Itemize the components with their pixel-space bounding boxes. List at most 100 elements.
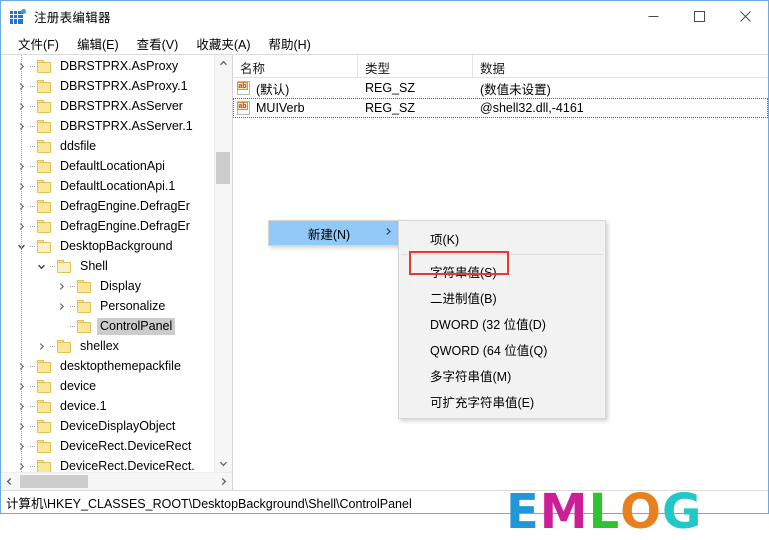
context-menu-item[interactable]: 多字符串值(M): [399, 362, 605, 388]
value-data-cell: @shell32.dll,-4161: [480, 101, 584, 115]
tree-item-controlpanel[interactable]: ControlPanel: [1, 316, 214, 336]
folder-icon: [37, 99, 52, 113]
tree-item-dbrstprx-asserver[interactable]: DBRSTPRX.AsServer: [1, 96, 214, 116]
folder-icon: [37, 79, 52, 93]
tree-item-devicedisplayobject[interactable]: DeviceDisplayObject: [1, 416, 214, 436]
tree-guide-dots: [49, 256, 57, 276]
tree-item-ddsfile[interactable]: ddsfile: [1, 136, 214, 156]
tree-guide-dots: [29, 456, 37, 472]
tree-item-dbrstprx-asproxy[interactable]: DBRSTPRX.AsProxy: [1, 56, 214, 76]
tree-item-shell[interactable]: Shell: [1, 256, 214, 276]
tree-hscroll-thumb[interactable]: [20, 475, 88, 488]
tree-item-device-1[interactable]: device.1: [1, 396, 214, 416]
folder-icon: [57, 339, 72, 353]
tree-guide-dots: [29, 116, 37, 136]
folder-icon: [37, 459, 52, 472]
tree-item-label: DeviceRect.DeviceRect.: [60, 458, 195, 473]
menu-bar: 文件(F) 编辑(E) 查看(V) 收藏夹(A) 帮助(H): [1, 32, 768, 54]
tree-item-shellex[interactable]: shellex: [1, 336, 214, 356]
tree-horizontal-scrollbar[interactable]: [1, 472, 232, 490]
registry-tree-panel: DBRSTPRX.AsProxy DBRSTPRX.AsProxy.1 DBRSTP…: [1, 55, 233, 490]
tree-item-personalize[interactable]: Personalize: [1, 296, 214, 316]
tree-vertical-scrollbar[interactable]: [214, 55, 232, 472]
tree-guide-dots: [29, 356, 37, 376]
tree-guide-dots: [29, 76, 37, 96]
context-menu-item[interactable]: 项(K): [399, 225, 605, 251]
title-bar: 注册表编辑器: [1, 1, 768, 32]
tree-scroll-track[interactable]: [215, 72, 232, 455]
tree-item-desktopthemepackfile[interactable]: desktopthemepackfile: [1, 356, 214, 376]
chevron-right-icon[interactable]: [53, 296, 69, 316]
context-menu-item-new-label: 新建(N): [307, 227, 351, 242]
value-row[interactable]: ab MUIVerb REG_SZ @shell32.dll,-4161: [233, 98, 768, 118]
context-menu-item[interactable]: 二进制值(B): [399, 284, 605, 310]
tree-scroll-thumb[interactable]: [216, 152, 230, 184]
menu-help[interactable]: 帮助(H): [259, 32, 319, 55]
chevron-right-icon[interactable]: [215, 473, 232, 490]
tree-item-defragengine-defrager[interactable]: DefragEngine.DefragEr: [1, 216, 214, 236]
tree-item-label: Personalize: [100, 298, 166, 313]
context-menu-item[interactable]: QWORD (64 位值(Q): [399, 336, 605, 362]
minimize-icon[interactable]: [630, 1, 676, 32]
value-name-text: MUIVerb: [256, 101, 305, 115]
status-bar-path: 计算机\HKEY_CLASSES_ROOT\DesktopBackground\…: [6, 496, 412, 511]
tree-item-label: DBRSTPRX.AsProxy: [60, 58, 179, 73]
context-menu-item[interactable]: 可扩充字符串值(E): [399, 388, 605, 414]
menu-view[interactable]: 查看(V): [128, 32, 188, 55]
tree-guide-dots: [29, 376, 37, 396]
chevron-left-icon[interactable]: [1, 473, 18, 490]
tree-item-label: DBRSTPRX.AsServer.1: [60, 118, 193, 133]
folder-icon: [77, 279, 92, 293]
column-header-data[interactable]: 数据: [473, 55, 768, 77]
menu-edit[interactable]: 编辑(E): [68, 32, 128, 55]
tree-hscroll-track[interactable]: [18, 473, 215, 490]
emlog-letter-o: O: [620, 484, 662, 540]
value-type-cell: REG_SZ: [365, 101, 416, 115]
context-menu-parent[interactable]: 新建(N): [268, 220, 402, 246]
tree-item-device[interactable]: device: [1, 376, 214, 396]
tree-item-label: DBRSTPRX.AsProxy.1: [60, 78, 188, 93]
folder-icon: [77, 319, 92, 333]
tree-item-devicerect-devicerect[interactable]: DeviceRect.DeviceRect.: [1, 456, 214, 472]
close-icon[interactable]: [722, 1, 768, 32]
tree-item-defragengine-defrager[interactable]: DefragEngine.DefragEr: [1, 196, 214, 216]
tree-item-defaultlocationapi[interactable]: DefaultLocationApi: [1, 156, 214, 176]
folder-icon: [37, 119, 52, 133]
maximize-icon[interactable]: [676, 1, 722, 32]
tree-item-defaultlocationapi-1[interactable]: DefaultLocationApi.1: [1, 176, 214, 196]
folder-icon: [37, 219, 52, 233]
chevron-right-icon[interactable]: [33, 336, 49, 356]
tree-item-devicerect-devicerect[interactable]: DeviceRect.DeviceRect: [1, 436, 214, 456]
tree-item-label: DeviceRect.DeviceRect: [60, 438, 192, 453]
context-menu-item[interactable]: DWORD (32 位值(D): [399, 310, 605, 336]
chevron-up-icon[interactable]: [215, 55, 232, 72]
folder-icon: [37, 139, 52, 153]
tree-guide-dots: [69, 276, 77, 296]
menu-file[interactable]: 文件(F): [9, 32, 68, 55]
value-name-cell: ab (默认): [233, 78, 358, 98]
value-row[interactable]: ab (默认) REG_SZ (数值未设置): [233, 78, 768, 98]
chevron-down-icon[interactable]: [33, 256, 49, 276]
tree-item-dbrstprx-asproxy-1[interactable]: DBRSTPRX.AsProxy.1: [1, 76, 214, 96]
value-name-cell: ab MUIVerb: [233, 98, 358, 118]
folder-icon: [37, 379, 52, 393]
column-header-type[interactable]: 类型: [358, 55, 473, 77]
chevron-down-icon[interactable]: [215, 455, 232, 472]
tree-item-desktopbackground[interactable]: DesktopBackground: [1, 236, 214, 256]
tree-guide-dots: [29, 236, 37, 256]
tree-item-dbrstprx-asserver-1[interactable]: DBRSTPRX.AsServer.1: [1, 116, 214, 136]
folder-icon: [37, 59, 52, 73]
tree-item-display[interactable]: Display: [1, 276, 214, 296]
emlog-letter-g: G: [661, 484, 703, 540]
menu-favorites[interactable]: 收藏夹(A): [187, 32, 259, 55]
folder-icon: [37, 179, 52, 193]
tree-guide-dots: [29, 96, 37, 116]
main-content: DBRSTPRX.AsProxy DBRSTPRX.AsProxy.1 DBRSTP…: [1, 54, 768, 536]
column-header-name[interactable]: 名称: [233, 55, 358, 77]
registry-tree[interactable]: DBRSTPRX.AsProxy DBRSTPRX.AsProxy.1 DBRSTP…: [1, 55, 214, 472]
chevron-right-icon[interactable]: [53, 276, 69, 296]
folder-icon: [37, 239, 52, 253]
context-menu-submenu[interactable]: 项(K) 字符串值(S) 二进制值(B) DWORD (32 位值(D) QWORD (…: [398, 220, 606, 419]
context-menu-item-new[interactable]: 新建(N): [269, 221, 401, 245]
